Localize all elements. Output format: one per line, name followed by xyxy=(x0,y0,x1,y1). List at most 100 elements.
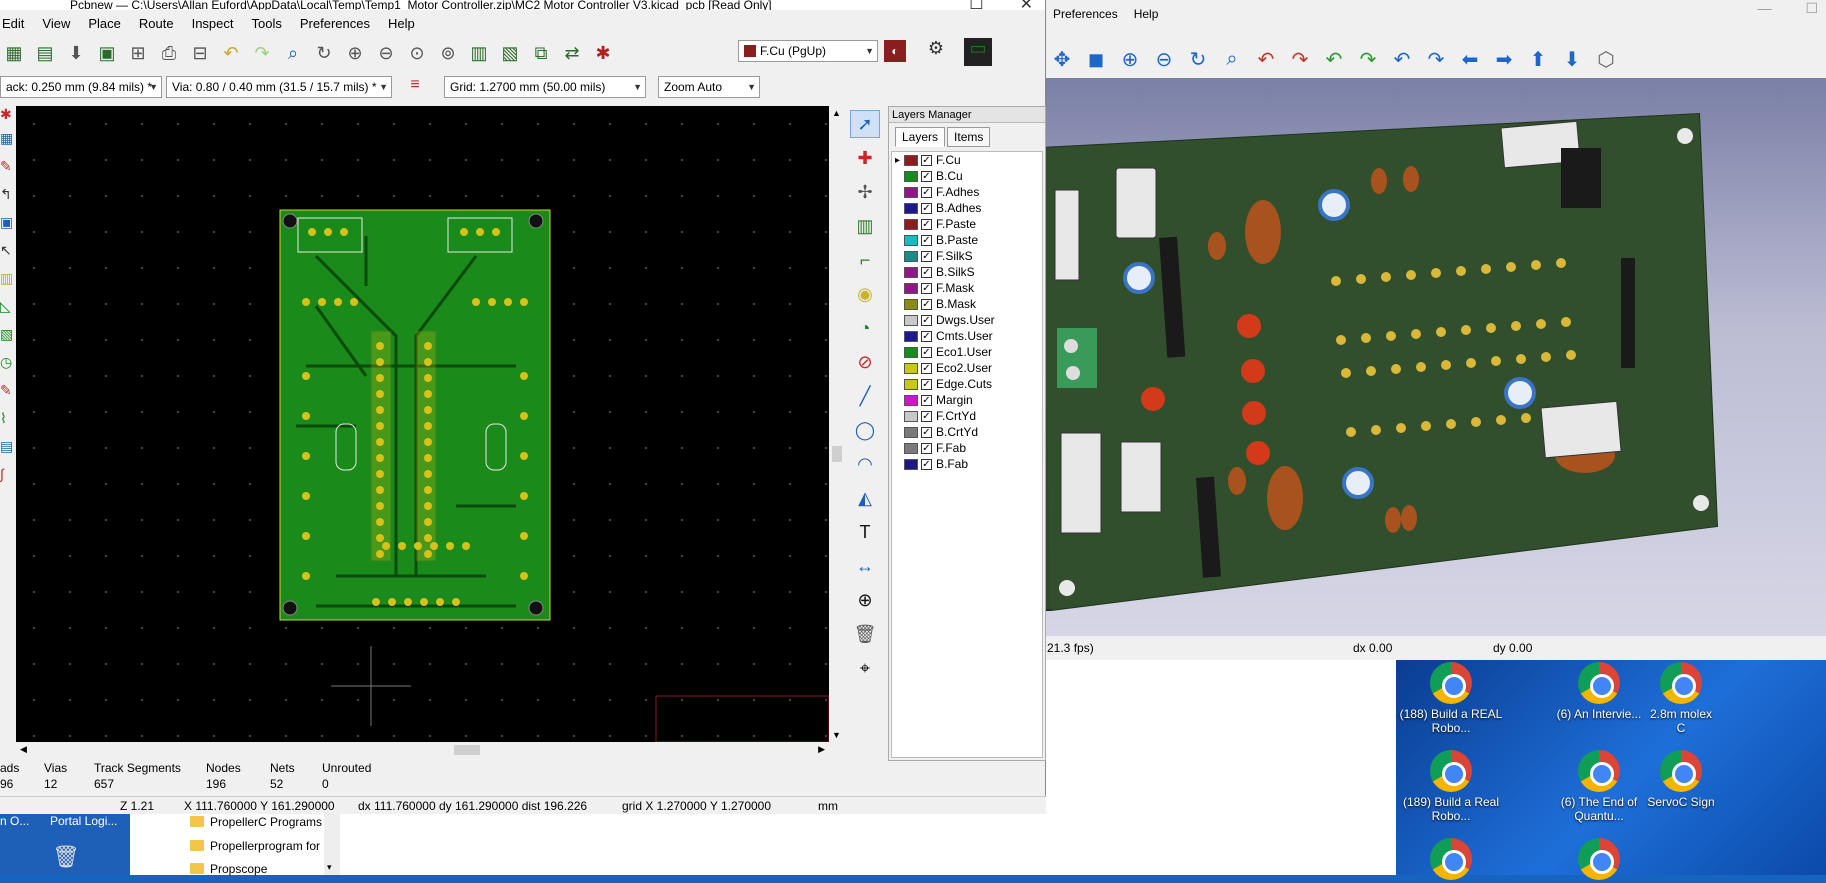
desktop-icon-chrome-5[interactable]: (6) The End of Quantu... xyxy=(1544,750,1654,823)
layer-row[interactable]: ✓ B.CrtYd xyxy=(892,424,1042,440)
layer-row[interactable]: ✓ Margin xyxy=(892,392,1042,408)
layer-visibility-checkbox[interactable]: ✓ xyxy=(921,234,932,246)
explorer-scrollbar[interactable]: ▾ xyxy=(324,810,340,875)
add-via-icon[interactable]: ◉ xyxy=(850,280,880,308)
desktop-icon-chrome-6[interactable]: ServoC Sign xyxy=(1646,750,1716,809)
folder-propscope[interactable]: Propscope xyxy=(190,862,267,876)
taskbar-portal[interactable]: Portal Logi... xyxy=(50,814,117,828)
layer-visibility-checkbox[interactable]: ✓ xyxy=(921,426,932,438)
add-arc-icon[interactable]: ◠ xyxy=(850,450,880,478)
layer-visibility-checkbox[interactable]: ✓ xyxy=(921,250,932,262)
layers-manager-toggle-icon[interactable]: ▤ xyxy=(0,438,16,466)
layer-visibility-checkbox[interactable]: ✓ xyxy=(921,218,932,230)
layer-row[interactable]: ✓ F.Mask xyxy=(892,280,1042,296)
menu-help[interactable]: Help xyxy=(388,16,415,31)
pan-left-icon[interactable]: ⬅ xyxy=(1455,44,1485,74)
curved-ratsnest-icon[interactable]: ∫ xyxy=(0,466,16,494)
desktop-icon-chrome-3[interactable]: 2.8m molex C xyxy=(1646,662,1716,735)
plot-icon[interactable]: ⊟ xyxy=(186,39,214,67)
add-dimension-icon[interactable]: ↔ xyxy=(850,552,880,580)
layer-row[interactable]: ✓ B.Adhes xyxy=(892,200,1042,216)
layer-row[interactable]: ✓ Dwgs.User xyxy=(892,312,1042,328)
ortho-cube-icon[interactable]: ⬡ xyxy=(1591,44,1621,74)
folder-propellerprogram[interactable]: Propellerprogram for b xyxy=(190,839,330,853)
3d-render-canvas[interactable] xyxy=(1040,78,1826,636)
layer-color-swatch[interactable] xyxy=(904,346,918,358)
layer-color-swatch[interactable] xyxy=(904,442,918,454)
recycle-bin-icon[interactable]: 🗑 xyxy=(52,844,80,870)
add-target-icon[interactable]: ⊕ xyxy=(850,586,880,614)
layer-visibility-checkbox[interactable]: ✓ xyxy=(921,298,932,310)
local-ratsnest-icon[interactable]: ✢ xyxy=(850,178,880,206)
layer-visibility-checkbox[interactable]: ✓ xyxy=(921,314,932,326)
auto-track-width-icon[interactable]: ≡ xyxy=(402,76,428,98)
layer-color-swatch[interactable] xyxy=(904,234,918,246)
layer-color-swatch[interactable] xyxy=(904,314,918,326)
rotate-z-cw-icon[interactable]: ↶ xyxy=(1387,44,1417,74)
layer-color-swatch[interactable] xyxy=(904,410,918,422)
menu-route[interactable]: Route xyxy=(139,16,174,31)
layer-row[interactable]: ✓ F.CrtYd xyxy=(892,408,1042,424)
pan-up-icon[interactable]: ⬆ xyxy=(1523,44,1553,74)
layer-color-swatch[interactable] xyxy=(904,170,918,182)
footprint-library-icon[interactable]: ▥ xyxy=(465,39,493,67)
canvas-vertical-scrollbar[interactable]: ▲ ▼ xyxy=(829,106,845,742)
layer-visibility-checkbox[interactable]: ✓ xyxy=(921,282,932,294)
layer-row[interactable]: ✓ Eco1.User xyxy=(892,344,1042,360)
tab-layers[interactable]: Layers xyxy=(895,127,946,147)
add-zone-icon[interactable]: ◔ xyxy=(850,314,880,342)
redo-icon[interactable]: ↷ xyxy=(248,39,276,67)
layer-row[interactable]: ✓ F.Fab xyxy=(892,440,1042,456)
zoom-out-icon[interactable]: ⊖ xyxy=(1149,44,1179,74)
zoom-select[interactable]: Zoom Auto ▼ xyxy=(658,76,760,98)
pads-sketch-icon[interactable]: ▥ xyxy=(0,270,16,298)
via-size-select[interactable]: Via: 0.80 / 0.40 mm (31.5 / 15.7 mils) *… xyxy=(166,76,392,98)
update-pcb-icon[interactable]: ⇄ xyxy=(558,39,586,67)
grid-select[interactable]: Grid: 1.2700 mm (50.00 mils) ▼ xyxy=(444,76,646,98)
track-width-select[interactable]: ack: 0.250 mm (9.84 mils) * ▼ xyxy=(0,76,162,98)
add-graphic-line-icon[interactable]: ╱ xyxy=(850,382,880,410)
add-footprint-icon[interactable]: ▥ xyxy=(850,212,880,240)
cube-view-icon[interactable]: ◼ xyxy=(1081,44,1111,74)
layer-color-swatch[interactable] xyxy=(904,458,918,470)
close-icon[interactable]: ✕ xyxy=(1020,0,1033,14)
desktop-icon-chrome-7[interactable] xyxy=(1396,838,1506,883)
layer-visibility-checkbox[interactable]: ✓ xyxy=(921,186,932,198)
viewer-menu-help[interactable]: Help xyxy=(1134,7,1159,21)
ratsnest-icon[interactable]: ↖ xyxy=(0,242,16,270)
maximize-icon[interactable]: ☐ xyxy=(969,0,983,14)
layer-visibility-checkbox[interactable]: ✓ xyxy=(921,202,932,214)
layer-color-swatch[interactable] xyxy=(904,186,918,198)
tracks-sketch-icon[interactable]: ◺ xyxy=(0,298,16,326)
layer-row[interactable]: ▸ ✓ F.Cu xyxy=(892,152,1042,168)
layer-visibility-checkbox[interactable]: ✓ xyxy=(921,458,932,470)
layer-row[interactable]: ✓ Edge.Cuts xyxy=(892,376,1042,392)
redraw-icon[interactable]: ↻ xyxy=(310,39,338,67)
layer-row[interactable]: ✓ F.SilkS xyxy=(892,248,1042,264)
layer-visibility-checkbox[interactable]: ✓ xyxy=(921,394,932,406)
layer-visibility-checkbox[interactable]: ✓ xyxy=(921,410,932,422)
zones-icon[interactable]: ▧ xyxy=(0,326,16,354)
layer-color-swatch[interactable] xyxy=(904,362,918,374)
zoom-out-icon[interactable]: ⊖ xyxy=(372,39,400,67)
menu-tools[interactable]: Tools xyxy=(252,16,282,31)
render-options-icon[interactable]: ✥ xyxy=(1047,44,1077,74)
tab-items[interactable]: Items xyxy=(947,127,991,147)
layer-visibility-checkbox[interactable]: ✓ xyxy=(921,330,932,342)
footprint-editor-icon[interactable]: ▣ xyxy=(93,39,121,67)
layer-row[interactable]: ✓ B.Cu xyxy=(892,168,1042,184)
add-polygon-icon[interactable]: ◭ xyxy=(850,484,880,512)
layer-color-swatch[interactable] xyxy=(904,426,918,438)
layer-row[interactable]: ✓ B.SilkS xyxy=(892,264,1042,280)
via-sketch-icon[interactable]: ◷ xyxy=(0,354,16,382)
layer-color-swatch[interactable] xyxy=(904,202,918,214)
netlist-icon[interactable]: ⧉ xyxy=(527,39,555,67)
find-icon[interactable]: ⌕ xyxy=(279,39,307,67)
add-keepout-icon[interactable]: ⊘ xyxy=(850,348,880,376)
microwave-icon[interactable]: ⌇ xyxy=(0,410,16,438)
layer-visibility-checkbox[interactable]: ✓ xyxy=(921,346,932,358)
menu-inspect[interactable]: Inspect xyxy=(192,16,234,31)
footprint-browser-icon[interactable]: ▧ xyxy=(496,39,524,67)
rotate-z-ccw-icon[interactable]: ↷ xyxy=(1421,44,1451,74)
add-text-icon[interactable]: T xyxy=(850,518,880,546)
